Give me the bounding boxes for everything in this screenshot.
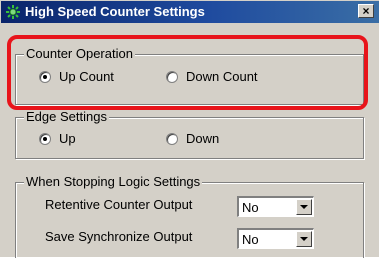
save-synchronize-output-value: No [242,232,259,247]
edge-up-radio-button[interactable] [39,132,51,145]
down-count-radio[interactable]: Down Count [166,69,258,84]
edge-up-label: Up [59,131,76,146]
retentive-counter-output-value: No [242,200,259,215]
close-icon: × [362,4,370,18]
dialog-window: High Speed Counter Settings × Counter Op… [0,0,379,258]
stopping-logic-title: When Stopping Logic Settings [24,174,203,189]
save-synchronize-output-label: Save Synchronize Output [45,229,193,244]
down-count-label: Down Count [186,69,258,84]
edge-down-label: Down [186,131,220,146]
chevron-down-icon[interactable] [296,199,312,215]
up-count-radio-button[interactable] [39,70,51,83]
edge-up-radio[interactable]: Up [39,131,76,146]
counter-operation-title: Counter Operation [24,46,135,61]
window-title: High Speed Counter Settings [25,4,205,19]
up-count-radio[interactable]: Up Count [39,69,114,84]
close-button[interactable]: × [358,4,374,18]
title-bar[interactable]: High Speed Counter Settings × [1,1,379,23]
chevron-down-icon[interactable] [296,231,312,247]
save-synchronize-output-select[interactable]: No [237,228,314,249]
counter-app-icon [6,5,20,19]
edge-settings-title: Edge Settings [24,109,109,124]
up-count-label: Up Count [59,69,114,84]
edge-down-radio[interactable]: Down [166,131,219,146]
edge-down-radio-button[interactable] [166,132,178,145]
retentive-counter-output-select[interactable]: No [237,196,314,217]
down-count-radio-button[interactable] [166,70,178,83]
retentive-counter-output-label: Retentive Counter Output [45,197,193,212]
